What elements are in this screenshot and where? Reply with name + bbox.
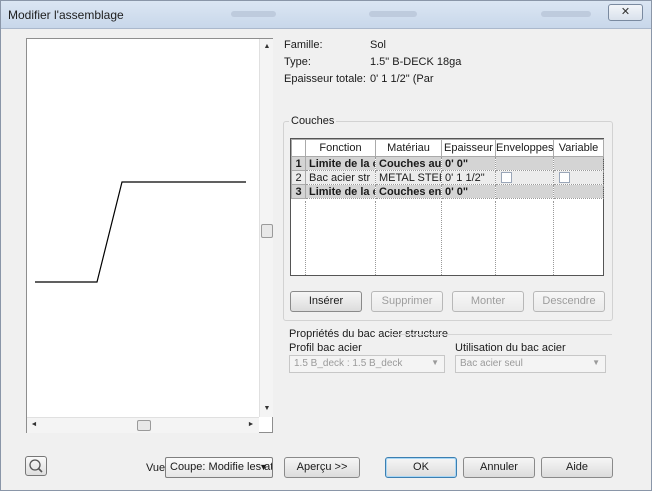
- scroll-up-arrow-icon[interactable]: ▲: [260, 43, 274, 50]
- blurred-background-text: [231, 11, 276, 17]
- chevron-down-icon: ▼: [259, 462, 268, 472]
- horizontal-scroll-thumb[interactable]: [137, 420, 151, 431]
- scroll-left-arrow-icon[interactable]: ◄: [27, 421, 41, 428]
- utilisation-label: Utilisation du bac acier: [455, 342, 566, 354]
- preview-pane[interactable]: ▲ ▼ ◄ ►: [26, 38, 273, 433]
- couches-group-title: Couches: [289, 115, 337, 127]
- enveloppes-cell: [495, 170, 554, 185]
- close-button[interactable]: ✕: [608, 4, 643, 21]
- deck-profile-line: [35, 181, 246, 283]
- scroll-down-arrow-icon[interactable]: ▼: [260, 405, 274, 412]
- epaisseur-totale-label: Epaisseur totale:: [284, 73, 366, 85]
- materiau-cell[interactable]: Couches au-de: [375, 156, 442, 171]
- utilisation-select[interactable]: Bac acier seul ▼: [455, 355, 606, 373]
- enveloppes-checkbox[interactable]: [501, 172, 512, 184]
- row-number[interactable]: 2: [291, 170, 306, 185]
- column-divider: [375, 201, 376, 275]
- window-title: Modifier l'assemblage: [8, 8, 124, 22]
- fonction-cell[interactable]: Bac acier str: [305, 170, 376, 185]
- variable-cell: [553, 184, 604, 199]
- type-label: Type:: [284, 56, 311, 68]
- epaisseur-totale-value: 0' 1 1/2" (Par: [370, 73, 434, 85]
- column-header-variable[interactable]: Variable: [553, 139, 604, 157]
- magnifier-icon: [29, 459, 43, 473]
- preview-horizontal-scrollbar[interactable]: ◄ ►: [27, 417, 259, 433]
- variable-checkbox[interactable]: [559, 172, 570, 184]
- column-header-index: [291, 139, 306, 157]
- materiau-cell[interactable]: METAL STEE: [375, 170, 442, 185]
- scroll-right-arrow-icon[interactable]: ►: [244, 421, 258, 428]
- famille-value: Sol: [370, 39, 386, 51]
- vue-select[interactable]: Coupe: Modifie les at ▼: [165, 457, 273, 478]
- column-divider: [305, 201, 306, 275]
- vue-value: Coupe: Modifie les at: [170, 461, 273, 473]
- column-divider: [495, 201, 496, 275]
- assembly-dialog: Modifier l'assemblage ✕ ▲ ▼ ◄ ► Famille:…: [0, 0, 652, 491]
- profil-value: 1.5 B_deck : 1.5 B_deck: [294, 358, 403, 369]
- supprimer-button[interactable]: Supprimer: [371, 291, 443, 312]
- table-row[interactable]: 2 Bac acier str METAL STEE 0' 1 1/2": [291, 170, 604, 185]
- layers-table[interactable]: Fonction Matériau Epaisseur Enveloppes V…: [290, 138, 604, 276]
- properties-divider: [391, 334, 612, 335]
- ok-button[interactable]: OK: [385, 457, 457, 478]
- chevron-down-icon: ▼: [592, 358, 600, 367]
- blurred-background-text: [541, 11, 591, 17]
- table-row[interactable]: 3 Limite de la c Couches en de 0' 0": [291, 184, 604, 199]
- column-header-enveloppes[interactable]: Enveloppes: [495, 139, 554, 157]
- blurred-background-text: [369, 11, 417, 17]
- column-header-fonction[interactable]: Fonction: [305, 139, 376, 157]
- column-divider: [441, 201, 442, 275]
- epaisseur-cell[interactable]: 0' 1 1/2": [441, 170, 496, 185]
- materiau-cell[interactable]: Couches en de: [375, 184, 442, 199]
- type-value: 1.5" B-DECK 18ga: [370, 56, 462, 68]
- title-bar[interactable]: Modifier l'assemblage ✕: [1, 1, 651, 29]
- column-header-materiau[interactable]: Matériau: [375, 139, 442, 157]
- deck-profile-drawing: [35, 181, 246, 283]
- monter-button[interactable]: Monter: [452, 291, 524, 312]
- inserer-button[interactable]: Insérer: [290, 291, 362, 312]
- fonction-cell[interactable]: Limite de la c: [305, 184, 376, 199]
- famille-label: Famille:: [284, 39, 323, 51]
- aide-button[interactable]: Aide: [541, 457, 613, 478]
- variable-cell: [553, 156, 604, 171]
- row-number[interactable]: 3: [291, 184, 306, 199]
- zoom-help-button[interactable]: [25, 456, 47, 476]
- descendre-button[interactable]: Descendre: [533, 291, 605, 312]
- utilisation-value: Bac acier seul: [460, 358, 523, 369]
- column-divider: [553, 201, 554, 275]
- fonction-cell[interactable]: Limite de la c: [305, 156, 376, 171]
- preview-vertical-scrollbar[interactable]: ▲ ▼: [259, 39, 273, 417]
- enveloppes-cell: [495, 184, 554, 199]
- annuler-button[interactable]: Annuler: [463, 457, 535, 478]
- apercu-button[interactable]: Aperçu >>: [284, 457, 360, 478]
- layers-table-header: Fonction Matériau Epaisseur Enveloppes V…: [291, 139, 604, 157]
- epaisseur-cell[interactable]: 0' 0": [441, 184, 496, 199]
- variable-cell: [553, 170, 604, 185]
- row-number[interactable]: 1: [291, 156, 306, 171]
- vertical-scroll-thumb[interactable]: [261, 224, 273, 238]
- column-header-epaisseur[interactable]: Epaisseur: [441, 139, 496, 157]
- table-row[interactable]: 1 Limite de la c Couches au-de 0' 0": [291, 156, 604, 171]
- profil-label: Profil bac acier: [289, 342, 362, 354]
- chevron-down-icon: ▼: [431, 358, 439, 367]
- enveloppes-cell: [495, 156, 554, 171]
- close-icon: ✕: [620, 6, 631, 18]
- profil-select[interactable]: 1.5 B_deck : 1.5 B_deck ▼: [289, 355, 445, 373]
- epaisseur-cell[interactable]: 0' 0": [441, 156, 496, 171]
